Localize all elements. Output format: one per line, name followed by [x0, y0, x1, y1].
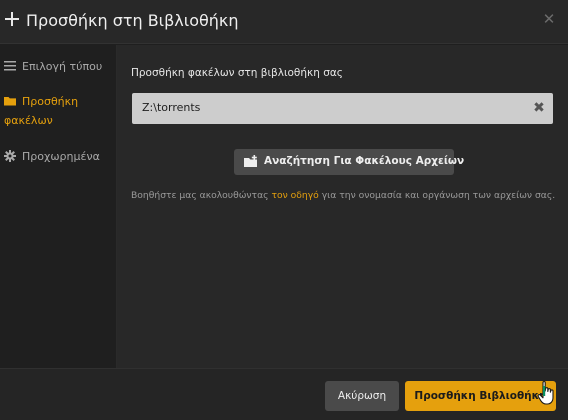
dialog-title: Προσθήκη στη Βιβλιοθήκη	[26, 11, 239, 30]
help-text-suffix: για την ονομασία και οργάνωση των αρχείω…	[318, 190, 556, 201]
plus-icon	[5, 12, 19, 26]
guide-link[interactable]: τον οδηγό	[271, 190, 318, 201]
clear-icon[interactable]: ✖	[531, 100, 547, 116]
folder-path-input[interactable]: Z:\torrents ✖	[132, 93, 553, 124]
sidebar-item-add-folders[interactable]: Προσθήκη φακέλων	[0, 92, 117, 132]
sidebar: Επιλογή τύπου Προσθήκη φακέλων Προχωρημέ…	[0, 45, 117, 368]
main-panel: Προσθήκη φακέλων στη βιβλιοθήκη σας Z:\t…	[117, 45, 568, 368]
folder-plus-icon	[244, 155, 257, 167]
add-library-button[interactable]: Προσθήκη Βιβλιοθήκη	[405, 381, 556, 411]
help-text-prefix: Βοηθήστε μας ακολουθώντας	[131, 190, 272, 201]
list-icon	[4, 61, 16, 71]
dialog-header: Προσθήκη στη Βιβλιοθήκη ✕	[0, 0, 568, 44]
folder-icon	[4, 97, 16, 106]
close-icon[interactable]: ✕	[542, 11, 556, 27]
sidebar-item-label: Προσθήκη	[22, 95, 79, 108]
dialog-footer: Ακύρωση Προσθήκη Βιβλιοθήκη	[0, 368, 568, 420]
gear-icon	[4, 150, 16, 162]
help-text: Βοηθήστε μας ακολουθώντας τον οδηγό για …	[131, 186, 556, 206]
sidebar-item-label: Επιλογή τύπου	[22, 60, 103, 73]
sidebar-item-advanced[interactable]: Προχωρημένα	[0, 147, 117, 169]
section-label: Προσθήκη φακέλων στη βιβλιοθήκη σας	[131, 67, 343, 79]
cancel-button[interactable]: Ακύρωση	[325, 381, 399, 411]
folder-path-value: Z:\torrents	[142, 101, 201, 114]
sidebar-item-label-line2: φακέλων	[4, 114, 53, 127]
sidebar-item-select-type[interactable]: Επιλογή τύπου	[0, 57, 117, 79]
browse-folders-label: Αναζήτηση Για Φακέλους Αρχείων	[264, 155, 465, 167]
add-library-dialog: Προσθήκη στη Βιβλιοθήκη ✕ Επιλογή τύπου …	[0, 0, 568, 420]
browse-folders-button[interactable]: Αναζήτηση Για Φακέλους Αρχείων	[234, 149, 464, 175]
hand-pointer-icon	[537, 381, 554, 405]
sidebar-item-label: Προχωρημένα	[22, 150, 100, 163]
